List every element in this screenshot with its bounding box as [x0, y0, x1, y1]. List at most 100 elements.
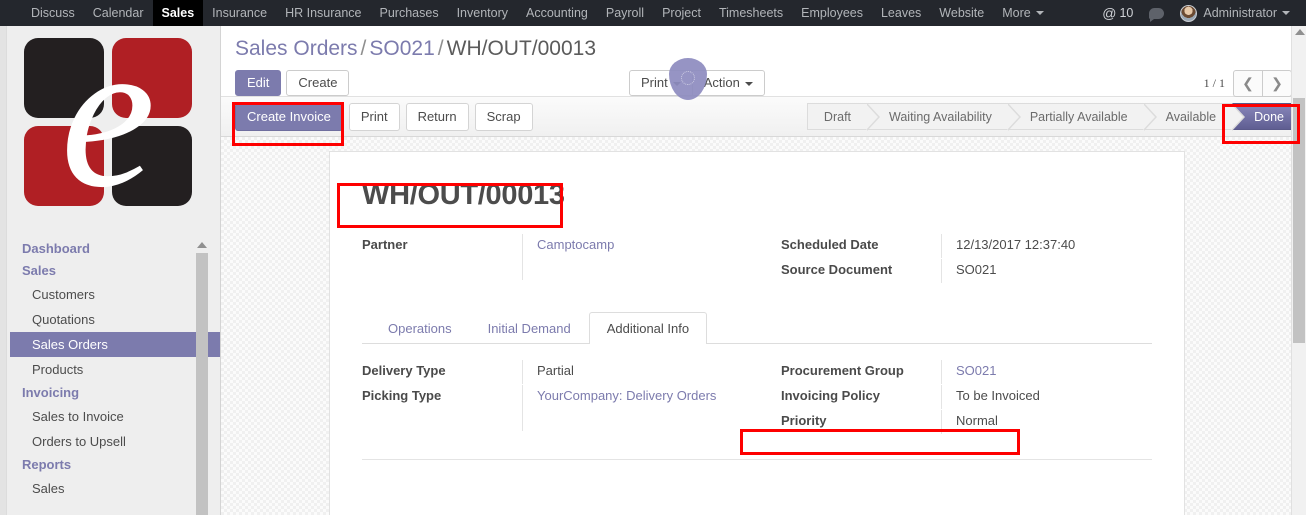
app-body: e Dashboard Sales Customers Quotations S… — [0, 7, 1306, 515]
page-scrollbar[interactable] — [1291, 26, 1306, 515]
sidebar-item-customers[interactable]: Customers — [10, 282, 220, 307]
breadcrumb-separator: / — [360, 37, 367, 60]
edit-button[interactable]: Edit — [235, 70, 282, 96]
mentions-count-value: 10 — [1119, 5, 1134, 20]
control-panel: Sales Orders / SO021/WH/OUT/00013 Edit Cre… — [221, 26, 1306, 100]
at-icon: @ — [1102, 5, 1117, 21]
sidebar-item-sales-to-invoice[interactable]: Sales to Invoice — [10, 404, 220, 429]
field-partner: Partner Camptocamp — [362, 234, 757, 280]
menu-item-discuss[interactable]: Discuss — [22, 0, 84, 26]
user-menu[interactable]: Administrator — [1172, 4, 1298, 22]
menu-item-sales[interactable]: Sales — [152, 0, 204, 26]
sidebar-menu: Dashboard Sales Customers Quotations Sal… — [0, 238, 220, 515]
avatar — [1180, 4, 1198, 22]
breadcrumb-item-so021[interactable]: SO021 — [369, 37, 434, 60]
sidebar-section-dashboard[interactable]: Dashboard — [10, 238, 220, 260]
field-procurement-group-value[interactable]: SO021 — [941, 360, 1152, 384]
field-procurement-group: Procurement Group SO021 — [781, 360, 1152, 385]
logo-square-top-right — [112, 38, 192, 118]
stage-partially-available[interactable]: Partially Available — [1007, 103, 1157, 131]
chevron-left-icon[interactable]: ❮ — [1233, 70, 1263, 97]
menu-item-timesheets[interactable]: Timesheets — [710, 0, 792, 26]
sidebar-item-quotations[interactable]: Quotations — [10, 307, 220, 332]
menu-item-accounting[interactable]: Accounting — [517, 0, 597, 26]
menu-item-project[interactable]: Project — [653, 0, 710, 26]
field-invoicing-policy-value: To be Invoiced — [941, 385, 1152, 409]
menu-item-hr-insurance[interactable]: HR Insurance — [276, 0, 370, 26]
menu-item-insurance[interactable]: Insurance — [203, 0, 276, 26]
tab-operations[interactable]: Operations — [370, 312, 470, 344]
menu-item-calendar[interactable]: Calendar — [84, 0, 153, 26]
form-divider — [362, 459, 1152, 460]
additional-info-right: Procurement Group SO021 Invoicing Policy… — [757, 360, 1152, 435]
menu-item-website[interactable]: Website — [930, 0, 993, 26]
field-priority-value: Normal — [941, 410, 1152, 434]
sidebar-item-orders-to-upsell[interactable]: Orders to Upsell — [10, 429, 220, 454]
page-scrollbar-thumb[interactable] — [1293, 98, 1305, 343]
sidebar-section-sales: Sales — [22, 263, 56, 278]
menu-item-leaves[interactable]: Leaves — [872, 0, 930, 26]
menu-item-payroll[interactable]: Payroll — [597, 0, 653, 26]
print-label: Print — [641, 75, 668, 90]
menu-item-employees[interactable]: Employees — [792, 0, 872, 26]
stage-pipeline: Draft Waiting Availability Partially Ava… — [806, 103, 1302, 131]
menu-item-inventory[interactable]: Inventory — [448, 0, 517, 26]
mentions-counter[interactable]: @ 10 — [1094, 6, 1141, 20]
form-sheet: WH/OUT/00013 Partner Camptocamp Schedule… — [329, 151, 1185, 515]
sidebar-section-reports: Reports — [22, 457, 72, 472]
chevron-down-icon — [1035, 11, 1044, 15]
notebook: Operations Initial Demand Additional Inf… — [362, 312, 1152, 460]
field-source-document: Source Document SO021 — [781, 259, 1152, 284]
form-view: WH/OUT/00013 Partner Camptocamp Schedule… — [221, 137, 1306, 515]
chevron-right-icon[interactable]: ❯ — [1262, 70, 1292, 97]
field-partner-label: Partner — [362, 237, 408, 252]
sidebar-item-sales-report[interactable]: Sales — [10, 476, 220, 501]
messages-button[interactable] — [1141, 7, 1172, 22]
print-button[interactable]: Print — [348, 102, 400, 131]
sidebar: e Dashboard Sales Customers Quotations S… — [0, 7, 221, 515]
field-picking-type-value[interactable]: YourCompany: Delivery Orders — [522, 385, 757, 431]
breadcrumb-item-sales-orders[interactable]: Sales Orders — [235, 37, 358, 60]
stage-draft[interactable]: Draft — [806, 103, 881, 131]
field-picking-type-label: Picking Type — [362, 388, 442, 403]
stage-available[interactable]: Available — [1143, 103, 1245, 131]
field-delivery-type-value: Partial — [522, 360, 757, 384]
content-area: Sales Orders / SO021/WH/OUT/00013 Edit Cre… — [221, 26, 1306, 515]
stage-waiting-availability[interactable]: Waiting Availability — [867, 103, 1021, 131]
field-source-document-label: Source Document — [781, 262, 893, 277]
systray: @ 10 Administrator — [1094, 0, 1306, 26]
menu-item-purchases[interactable]: Purchases — [371, 0, 448, 26]
top-navbar: Discuss Calendar Sales Insurance HR Insu… — [0, 0, 1306, 26]
field-invoicing-policy-label: Invoicing Policy — [781, 388, 880, 403]
scroll-up-arrow-icon[interactable] — [1295, 29, 1305, 35]
tab-additional-info[interactable]: Additional Info — [588, 312, 708, 344]
return-button[interactable]: Return — [405, 102, 469, 131]
breadcrumb: Sales Orders / SO021/WH/OUT/00013 — [235, 36, 1292, 62]
header-fields: Partner Camptocamp Scheduled Date 12/13/… — [362, 234, 1152, 284]
logo-square-bottom-right — [112, 126, 192, 206]
menu-item-more[interactable]: More — [993, 0, 1052, 26]
create-button[interactable]: Create — [286, 70, 350, 96]
field-partner-value[interactable]: Camptocamp — [522, 234, 757, 280]
additional-info-left: Delivery Type Partial Picking Type YourC… — [362, 360, 757, 435]
scrap-button[interactable]: Scrap — [474, 102, 533, 131]
breadcrumb-item-current: WH/OUT/00013 — [446, 37, 597, 60]
field-priority: Priority Normal — [781, 410, 1152, 435]
sidebar-item-products[interactable]: Products — [10, 357, 220, 382]
field-picking-type: Picking Type YourCompany: Delivery Order… — [362, 385, 757, 431]
sidebar-scrollbar[interactable] — [195, 242, 209, 515]
field-scheduled-date-label: Scheduled Date — [781, 237, 879, 252]
breadcrumb-separator: / — [437, 37, 444, 60]
tab-initial-demand[interactable]: Initial Demand — [470, 312, 589, 344]
create-invoice-button[interactable]: Create Invoice — [235, 102, 343, 131]
sidebar-scrollbar-thumb[interactable] — [196, 253, 208, 515]
header-fields-left: Partner Camptocamp — [362, 234, 757, 284]
form-statusbar: Create Invoice Print Return Scrap Draft … — [221, 96, 1306, 137]
chevron-down-icon — [1282, 11, 1290, 15]
pager-value: 1 / 1 — [1203, 76, 1225, 90]
sidebar-item-sales-orders[interactable]: Sales Orders — [10, 332, 220, 357]
menu-item-more-label: More — [1002, 5, 1031, 20]
scroll-up-arrow-icon[interactable] — [197, 242, 207, 248]
field-priority-label: Priority — [781, 413, 827, 428]
sidebar-section-invoicing: Invoicing — [22, 385, 80, 400]
